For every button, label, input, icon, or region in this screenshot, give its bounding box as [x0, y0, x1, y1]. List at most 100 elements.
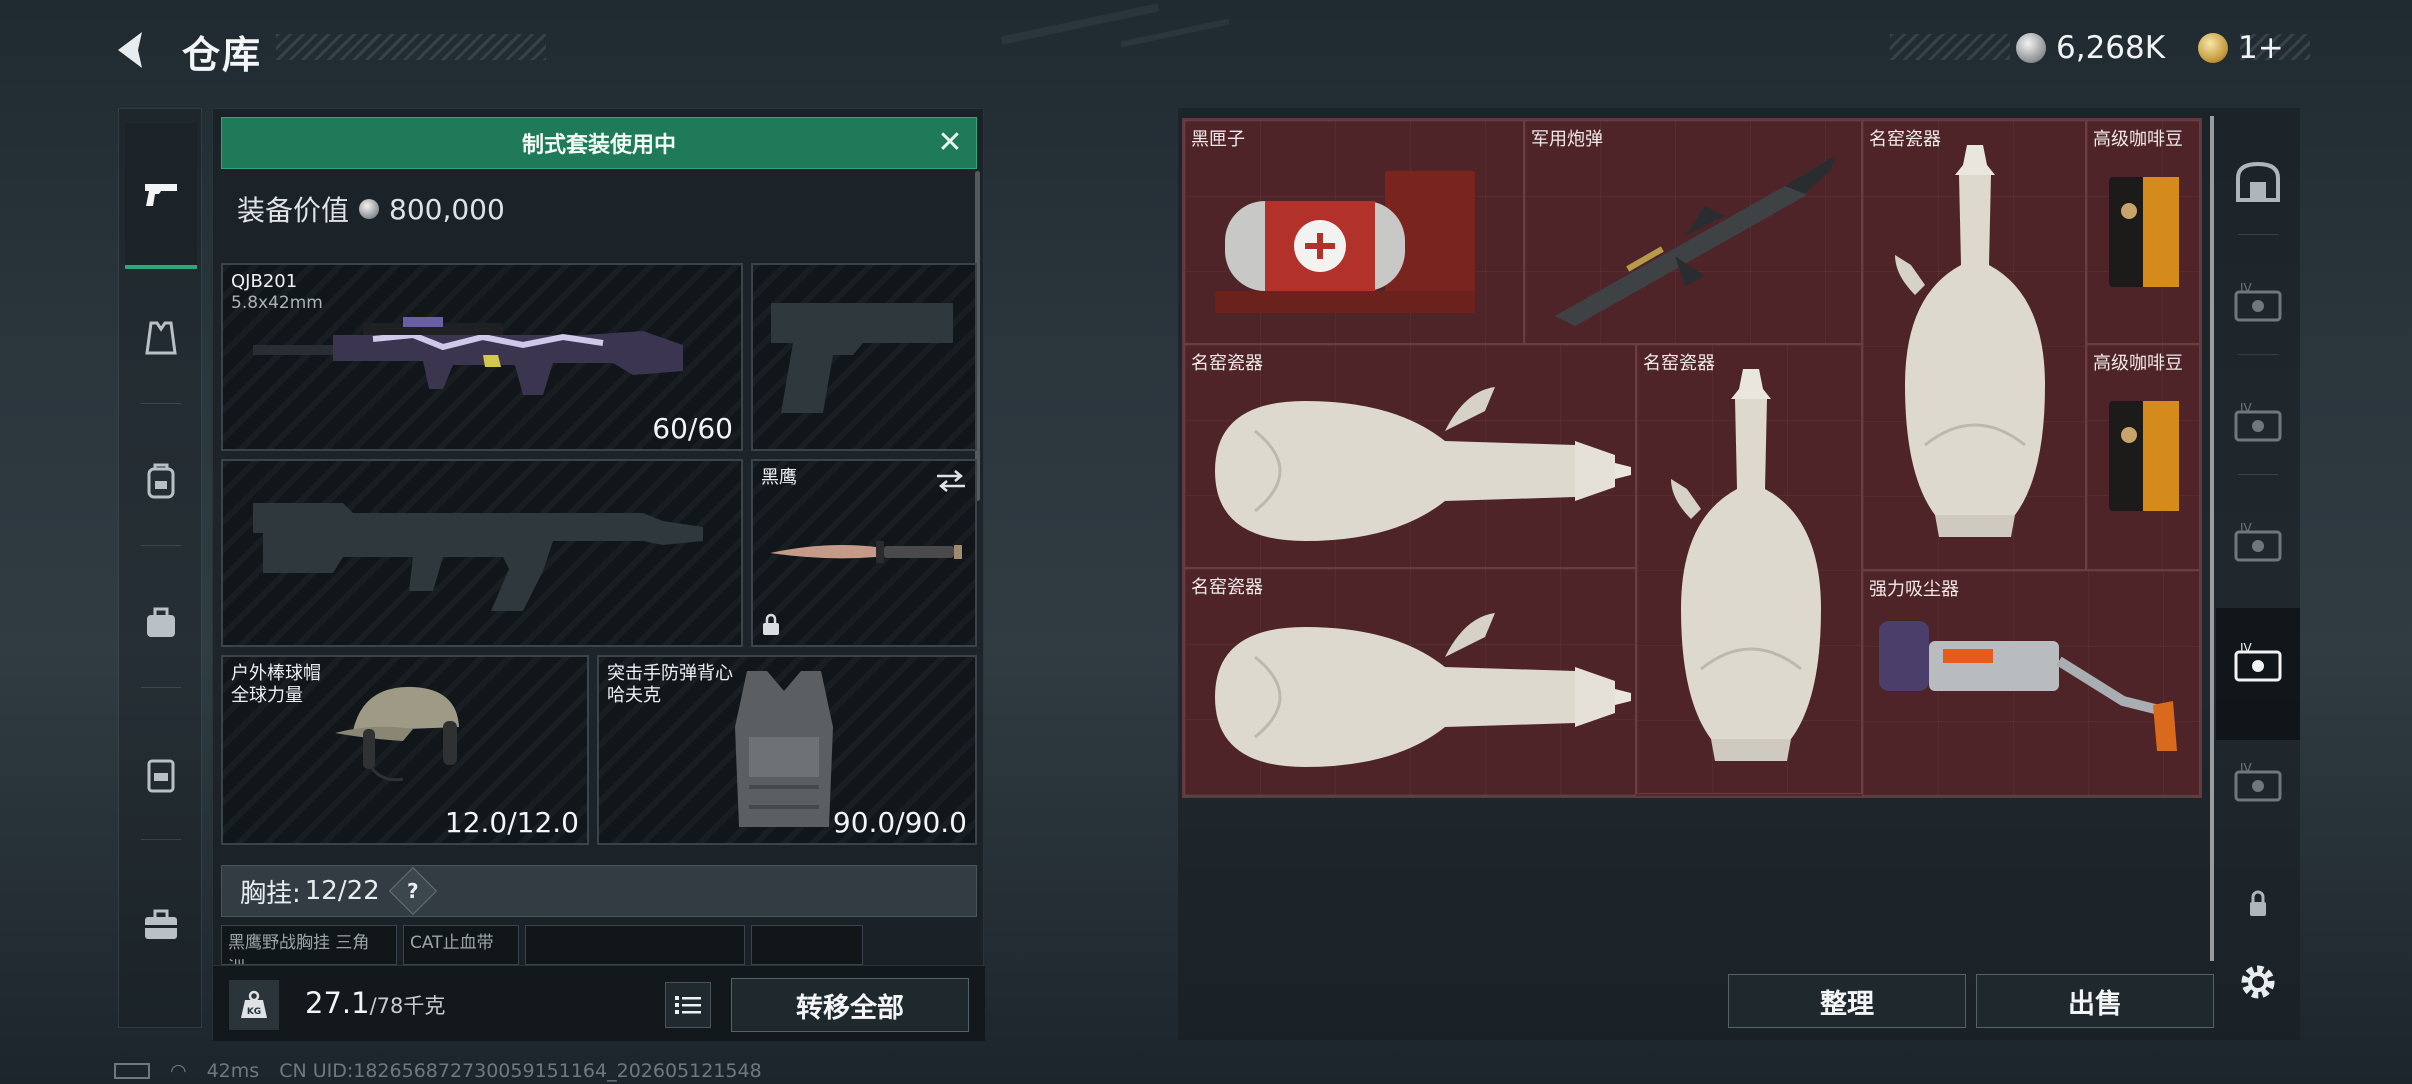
rifle-placeholder-icon: [253, 503, 703, 611]
scrollbar[interactable]: [2210, 116, 2214, 961]
black-box-icon: [1215, 171, 1475, 313]
rail-backpack[interactable]: [125, 445, 197, 517]
list-view-button[interactable]: [665, 982, 711, 1028]
rail-locked-tab[interactable]: [2224, 870, 2292, 938]
rail-storage-tab-active[interactable]: IV: [2224, 628, 2292, 696]
cap-icon: [335, 686, 459, 782]
ping: 42ms: [206, 1060, 260, 1082]
svg-text:IV: IV: [2240, 401, 2253, 415]
chest-item-slot[interactable]: 黑鹰野战胸挂 三角洲...: [221, 925, 397, 965]
storage-item[interactable]: 名窑瓷器: [1862, 120, 2086, 570]
rail-storage-tab[interactable]: IV: [2224, 748, 2292, 816]
toolbox-icon: [145, 909, 177, 939]
silver-coin-icon: [359, 199, 380, 219]
storage-grid: 黑匣子 军用炮弹 名窑瓷器 高级咖啡豆 名窑瓷器 名窑瓷器 高级咖啡豆 名窑瓷器…: [1182, 118, 2202, 798]
gold-coin-icon: [2198, 33, 2228, 63]
chest-rig-header: 胸挂: 12/22 ?: [221, 865, 977, 917]
rifle-icon: [253, 317, 683, 395]
gold-currency[interactable]: 1+: [2198, 28, 2284, 68]
svg-text:KG: KG: [247, 1007, 261, 1017]
loadout-banner: 制式套装使用中 ✕: [221, 117, 977, 169]
storage-item[interactable]: 名窑瓷器: [1636, 344, 1862, 794]
coffee-bag-icon: [2109, 177, 2179, 287]
page-title: 仓库: [182, 33, 263, 77]
chest-item-name: 黑鹰野战胸挂 三角洲...: [228, 933, 370, 964]
primary-weapon-slot[interactable]: QJB201 5.8x42mm 60/60: [221, 263, 743, 451]
rail-weapon[interactable]: [125, 123, 197, 269]
secondary-weapon-slot[interactable]: [221, 459, 743, 647]
tidy-button[interactable]: 整理: [1728, 974, 1966, 1028]
close-icon[interactable]: ✕: [934, 128, 966, 160]
equipment-panel: 制式套装使用中 ✕ 装备价值 800,000 QJB201 5.8x42mm 6…: [212, 108, 985, 1041]
helmet-slot[interactable]: 户外棒球帽 全球力量 12.0/12.0: [221, 655, 589, 845]
chest-item-slot[interactable]: CAT止血带: [403, 925, 519, 965]
chest-empty-slot[interactable]: [525, 925, 745, 965]
svg-text:IV: IV: [2240, 281, 2253, 295]
storage-item[interactable]: 高级咖啡豆: [2086, 344, 2200, 570]
lock-icon: [763, 613, 779, 635]
rail-toolbox[interactable]: [125, 889, 197, 961]
armor-slot[interactable]: 突击手防弹背心 哈夫克 90.0/90.0: [597, 655, 977, 845]
value-amount: 800,000: [389, 192, 505, 226]
storage-item[interactable]: 黑匣子: [1184, 120, 1524, 344]
weight-current: 27.1: [305, 986, 370, 1020]
melee-slot[interactable]: 黑鹰: [751, 459, 977, 647]
porcelain-vase-icon: [1671, 369, 1821, 761]
knife-icon: [770, 541, 962, 563]
weight-max: /78千克: [369, 994, 446, 1018]
banner-label: 制式套装使用中: [521, 133, 676, 158]
storage-case-icon: IV: [2234, 521, 2282, 562]
chest-count: 12/22: [304, 876, 380, 906]
sidearm-slot[interactable]: [751, 263, 977, 451]
status-bar: ◠ 42ms CN UID:182656872730059151164_2026…: [114, 1060, 762, 1082]
value-label: 装备价值: [237, 194, 350, 227]
rail-storage-tab[interactable]: IV: [2224, 388, 2292, 456]
sell-button[interactable]: 出售: [1976, 974, 2214, 1028]
porcelain-vase-icon: [1215, 613, 1631, 767]
chest-empty-slot[interactable]: [751, 925, 863, 965]
rail-storage-tab[interactable]: IV: [2224, 508, 2292, 576]
backpack-icon: [147, 463, 175, 499]
chest-label: 胸挂:: [240, 878, 301, 909]
helmet-name: 户外棒球帽: [231, 663, 321, 684]
storage-case-icon: IV: [2234, 761, 2282, 802]
wifi-icon: ◠: [170, 1060, 187, 1082]
storage-item[interactable]: 军用炮弹: [1524, 120, 1862, 344]
silver-currency[interactable]: 6,268K: [2016, 28, 2165, 68]
gold-amount: 1+: [2238, 30, 2284, 66]
storage-item[interactable]: 强力吸尘器: [1862, 570, 2200, 796]
rail-home-storage[interactable]: [2224, 148, 2292, 216]
armor-brand: 哈夫克: [607, 685, 661, 706]
settings-button[interactable]: [2224, 948, 2292, 1016]
storage-case-icon: IV: [2234, 641, 2282, 682]
back-button[interactable]: [112, 28, 156, 72]
list-icon: [675, 996, 701, 1014]
rail-storage-tab[interactable]: IV: [2224, 268, 2292, 336]
rail-case[interactable]: [125, 739, 197, 811]
armor-name: 突击手防弹背心: [607, 663, 733, 684]
silver-coin-icon: [2016, 33, 2046, 63]
svg-text:IV: IV: [2240, 521, 2253, 535]
storage-item[interactable]: 名窑瓷器: [1184, 344, 1636, 568]
swap-icon[interactable]: [935, 469, 967, 493]
carry-weight: 27.1/78千克: [305, 986, 445, 1020]
item-name: 名窑瓷器: [1191, 577, 1263, 598]
helmet-brand: 全球力量: [231, 685, 303, 706]
storage-item[interactable]: 高级咖啡豆: [2086, 120, 2200, 344]
armor-durability: 90.0/90.0: [832, 806, 967, 839]
vest-icon: [145, 321, 177, 355]
help-icon[interactable]: ?: [388, 866, 437, 916]
rail-pouch[interactable]: [125, 587, 197, 659]
helmet-durability: 12.0/12.0: [444, 806, 579, 839]
storage-item[interactable]: 名窑瓷器: [1184, 568, 1636, 796]
transfer-all-button[interactable]: 转移全部: [731, 978, 969, 1032]
rail-chest-rig[interactable]: [125, 303, 197, 375]
storage-panel: 黑匣子 军用炮弹 名窑瓷器 高级咖啡豆 名窑瓷器 名窑瓷器 高级咖啡豆 名窑瓷器…: [1178, 108, 2300, 1040]
item-name: 强力吸尘器: [1869, 579, 1959, 600]
uid-text: CN UID:182656872730059151164_20260512154…: [279, 1060, 762, 1082]
weight-icon: KG: [229, 980, 279, 1030]
military-shell-icon: [1555, 156, 1835, 326]
vest-armor-icon: [735, 671, 833, 827]
melee-name: 黑鹰: [761, 467, 797, 488]
storage-tab-rail: IV IV IV IV IV: [2216, 118, 2300, 1018]
